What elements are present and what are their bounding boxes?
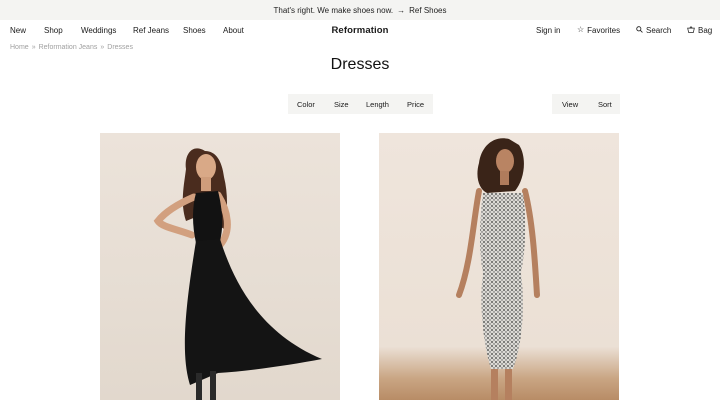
- model-black-dress-illustration: [153, 148, 322, 400]
- breadcrumb-home[interactable]: Home: [10, 44, 29, 51]
- breadcrumb-separator: »: [31, 44, 36, 51]
- brand-logo[interactable]: Reformation: [331, 25, 388, 36]
- nav-item-about[interactable]: About: [223, 20, 244, 40]
- breadcrumb-separator: »: [100, 44, 105, 51]
- filter-price-button[interactable]: Price: [407, 94, 424, 114]
- filter-length-button[interactable]: Length: [366, 94, 389, 114]
- search-link[interactable]: Search: [636, 20, 671, 40]
- nav-item-new[interactable]: New: [10, 20, 26, 40]
- promo-banner: That's right. We make shoes now. → Ref S…: [0, 0, 720, 20]
- search-icon: [636, 25, 643, 35]
- filter-size-button[interactable]: Size: [334, 94, 349, 114]
- filter-color-button[interactable]: Color: [297, 94, 315, 114]
- product-image-print-slip-dress[interactable]: [379, 133, 619, 400]
- model-print-dress-illustration: [456, 138, 540, 400]
- breadcrumb-dresses[interactable]: Dresses: [107, 44, 133, 51]
- product-image-black-dress[interactable]: [100, 133, 340, 400]
- view-sort-bar: View Sort: [552, 94, 620, 114]
- search-label: Search: [646, 25, 672, 35]
- bag-icon: [687, 25, 695, 35]
- page-title: Dresses: [330, 56, 390, 73]
- bag-label: Bag: [698, 25, 713, 35]
- filter-bar: Color Size Length Price: [288, 94, 433, 114]
- view-button[interactable]: View: [562, 94, 578, 114]
- favorites-label: Favorites: [587, 25, 621, 35]
- breadcrumb-reformation-jeans[interactable]: Reformation Jeans: [39, 44, 98, 51]
- bag-link[interactable]: Bag: [687, 20, 712, 40]
- star-icon: ☆: [577, 25, 585, 34]
- breadcrumb: Home » Reformation Jeans » Dresses: [10, 44, 133, 51]
- promo-link[interactable]: Ref Shoes: [409, 6, 446, 15]
- promo-text: That's right. We make shoes now.: [273, 5, 394, 15]
- sign-in-link[interactable]: Sign in: [536, 20, 560, 40]
- nav-item-ref-jeans[interactable]: Ref Jeans: [133, 20, 169, 40]
- nav-item-weddings[interactable]: Weddings: [81, 20, 116, 40]
- nav-item-shop[interactable]: Shop: [44, 20, 63, 40]
- nav-item-shoes[interactable]: Shoes: [183, 20, 206, 40]
- arrow-right-icon: →: [397, 5, 406, 15]
- favorites-link[interactable]: ☆ Favorites: [577, 20, 620, 40]
- sort-button[interactable]: Sort: [598, 94, 612, 114]
